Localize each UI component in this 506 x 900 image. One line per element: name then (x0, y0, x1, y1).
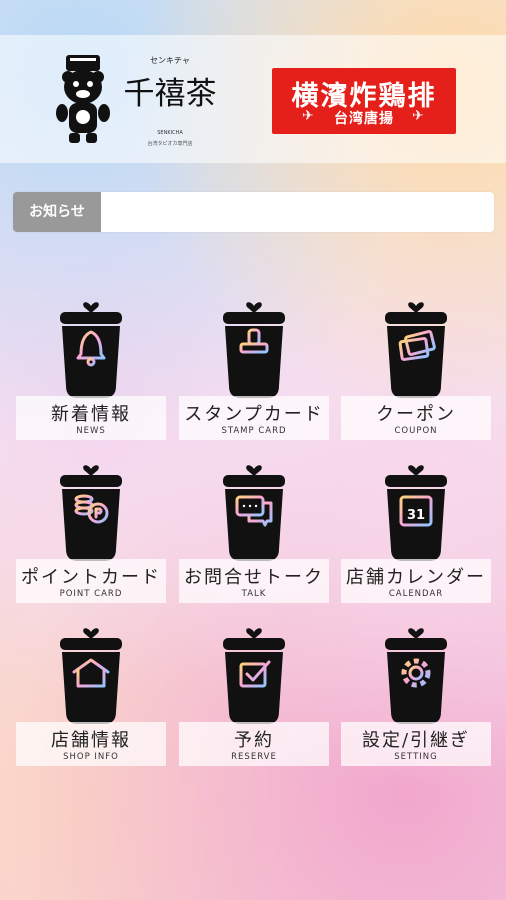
menu-tile-shop-info[interactable]: 店舗情報 SHOP INFO (16, 622, 166, 772)
menu-label-en: TALK (241, 589, 267, 599)
menu-label-box: お問合せトーク TALK (179, 559, 329, 603)
senkicha-logo: センキチャ 千禧茶 SENKICHA 台湾タピオカ専門店 (56, 55, 217, 147)
jar-icon (385, 302, 447, 398)
menu-tile-talk[interactable]: お問合せトーク TALK (179, 459, 329, 609)
menu-label-en: CALENDAR (388, 589, 444, 599)
menu-label-box: 新着情報 NEWS (16, 396, 166, 440)
menu-label-box: スタンプカード STAMP CARD (179, 396, 329, 440)
app-screen: センキチャ 千禧茶 SENKICHA 台湾タピオカ専門店 横濱炸鶏排 ✈ 台湾唐… (0, 0, 506, 900)
menu-tile-coupon[interactable]: クーポン COUPON (341, 296, 491, 446)
menu-label: 店舗カレンダー (346, 567, 486, 588)
partner-subtitle: 台湾唐揚 (334, 111, 394, 127)
menu-tile-reserve[interactable]: 予約 RESERVE (179, 622, 329, 772)
jar-icon (60, 465, 122, 561)
menu-label-box: ポイントカード POINT CARD (16, 559, 166, 603)
jar-icon (60, 628, 122, 724)
menu-label-en: SETTING (394, 752, 438, 762)
menu-label-box: 設定/引継ぎ SETTING (341, 722, 491, 766)
menu-tile-news[interactable]: 新着情報 NEWS (16, 296, 166, 446)
menu-label-en: STAMP CARD (221, 426, 287, 436)
menu-label: 予約 (234, 730, 274, 751)
partner-logo: 横濱炸鶏排 ✈ 台湾唐揚 ✈ (272, 68, 456, 134)
menu-tile-point-card[interactable]: ポイントカード POINT CARD (16, 459, 166, 609)
jar-icon (60, 302, 122, 398)
brand-roman: SENKICHA (157, 130, 183, 136)
jar-icon (223, 465, 285, 561)
menu-label: 店舗情報 (51, 730, 131, 751)
calendar-day: 31 (407, 508, 425, 523)
news-label: お知らせ (13, 192, 101, 232)
menu-tile-stamp-card[interactable]: スタンプカード STAMP CARD (179, 296, 329, 446)
menu-label-en: SHOP INFO (63, 752, 119, 762)
jar-icon (385, 628, 447, 724)
jar-icon: 31 (385, 465, 447, 561)
brand-kana: センキチャ (150, 56, 190, 65)
menu-label-box: 店舗情報 SHOP INFO (16, 722, 166, 766)
news-bar[interactable]: お知らせ (13, 192, 494, 232)
swallow-icon: ✈ (412, 108, 424, 124)
menu-label-box: 予約 RESERVE (179, 722, 329, 766)
brand-sub: 台湾タピオカ専門店 (147, 140, 192, 147)
news-ticker[interactable] (109, 192, 486, 232)
menu-label: ポイントカード (21, 567, 161, 588)
menu-label-en: RESERVE (231, 752, 277, 762)
brand-kanji: 千禧茶 (124, 76, 217, 112)
menu-tile-setting[interactable]: 設定/引継ぎ SETTING (341, 622, 491, 772)
menu-label: 設定/引継ぎ (361, 730, 471, 751)
menu-label-en: COUPON (394, 426, 438, 436)
menu-label-box: クーポン COUPON (341, 396, 491, 440)
header: センキチャ 千禧茶 SENKICHA 台湾タピオカ専門店 横濱炸鶏排 ✈ 台湾唐… (0, 35, 506, 163)
menu-label: スタンプカード (184, 404, 324, 425)
menu-label: お問合せトーク (184, 567, 324, 588)
menu-label: 新着情報 (51, 404, 131, 425)
menu-label-en: NEWS (76, 426, 106, 436)
menu-label: クーポン (376, 404, 456, 425)
jar-icon (223, 302, 285, 398)
menu-tile-calendar[interactable]: 31 店舗カレンダー CALENDAR (341, 459, 491, 609)
menu-label-box: 店舗カレンダー CALENDAR (341, 559, 491, 603)
jar-icon (223, 628, 285, 724)
menu-label-en: POINT CARD (59, 589, 123, 599)
